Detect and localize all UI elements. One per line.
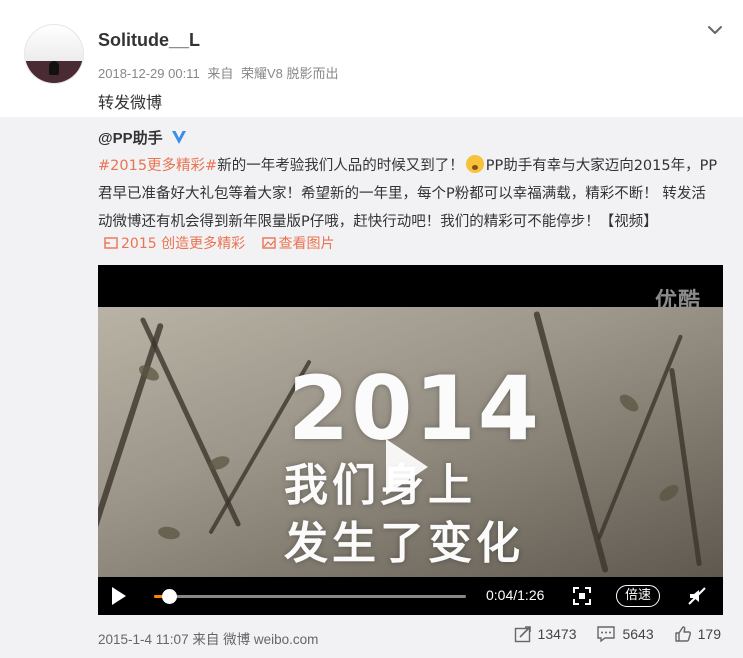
view-image-link[interactable]: 查看图片 [261,233,335,253]
chevron-down-icon[interactable] [705,20,725,40]
original-footer-meta: 2015-1-4 11:07 来自 微博 weibo.com [98,628,318,648]
mute-icon[interactable] [687,586,707,606]
original-username: @PP助手 [98,127,187,148]
video-controls: 0:04/1:26 倍速 [98,577,723,615]
repost-button[interactable]: 13473 [514,625,577,643]
avatar-figure [49,61,59,75]
emoji-icon [465,155,484,173]
post-timestamp[interactable]: 2018-12-29 00:11 [98,66,200,81]
view-image-label: 查看图片 [278,236,335,252]
hashtag-link[interactable]: #2015更多精彩# [98,158,217,174]
like-count: 179 [697,626,721,642]
play-icon[interactable] [112,587,126,605]
leaf-decoration [157,525,181,541]
post-source-prefix: 来自 [207,66,234,81]
repost-text: 转发微博 [98,93,163,112]
topic-link[interactable]: 2015 创造更多精彩 [104,233,245,253]
video-top-bar [98,265,723,307]
branch-decoration [669,367,702,567]
post-stats: 13473 5643 179 [494,625,721,643]
leaf-decoration [616,391,642,415]
comment-button[interactable]: 5643 [596,625,654,643]
avatar[interactable] [24,24,84,84]
username[interactable]: Solitude__L [98,30,200,51]
fullscreen-icon[interactable] [572,586,592,606]
avatar-sky [25,25,83,61]
comment-icon [597,626,616,643]
post-meta: 2018-12-29 00:11 来自 荣耀V8 脱影而出 [98,63,342,82]
thumbs-up-icon [674,626,691,642]
progress-knob[interactable] [161,589,177,604]
repost-icon [514,626,531,643]
repost-count: 13473 [537,626,577,642]
video-time: 0:04/1:26 [486,587,545,603]
video-frame-line1: 我们身上 [284,460,476,511]
original-source-prefix: 来自 [192,632,220,647]
video-player[interactable]: 优酷 2014 我们身上 发生了变化 0:04/1:26 倍速 [98,265,723,615]
speed-button[interactable]: 倍速 [616,585,661,607]
video-frame-line2: 发生了变化 [284,518,524,569]
original-username-link[interactable]: @PP助手 [98,130,163,147]
branch-decoration [139,316,242,528]
post-links: 2015 创造更多精彩 查看图片 [104,233,347,253]
branch-decoration [596,334,684,540]
play-overlay-icon[interactable] [386,439,428,495]
leaf-decoration [656,481,682,505]
original-source[interactable]: 微博 weibo.com [223,632,318,647]
image-icon [261,237,276,249]
post-source-device[interactable]: 荣耀V8 脱影而出 [241,66,339,81]
body-text-a: 新的一年考验我们人品的时候又到了！ [217,158,464,174]
original-body: #2015更多精彩#新的一年考验我们人品的时候又到了！ PP助手有幸与大家迈向20… [98,152,718,236]
comment-count: 5643 [622,626,654,642]
topic-link-label: 2015 创造更多精彩 [121,236,246,252]
like-button[interactable]: 179 [674,625,721,643]
video-frame[interactable]: 2014 我们身上 发生了变化 [98,307,723,577]
topic-icon [104,237,118,249]
progress-track[interactable] [154,589,466,604]
original-date[interactable]: 2015-1-4 11:07 [98,632,189,647]
branch-decoration [98,322,165,572]
verified-badge-icon [171,131,186,144]
